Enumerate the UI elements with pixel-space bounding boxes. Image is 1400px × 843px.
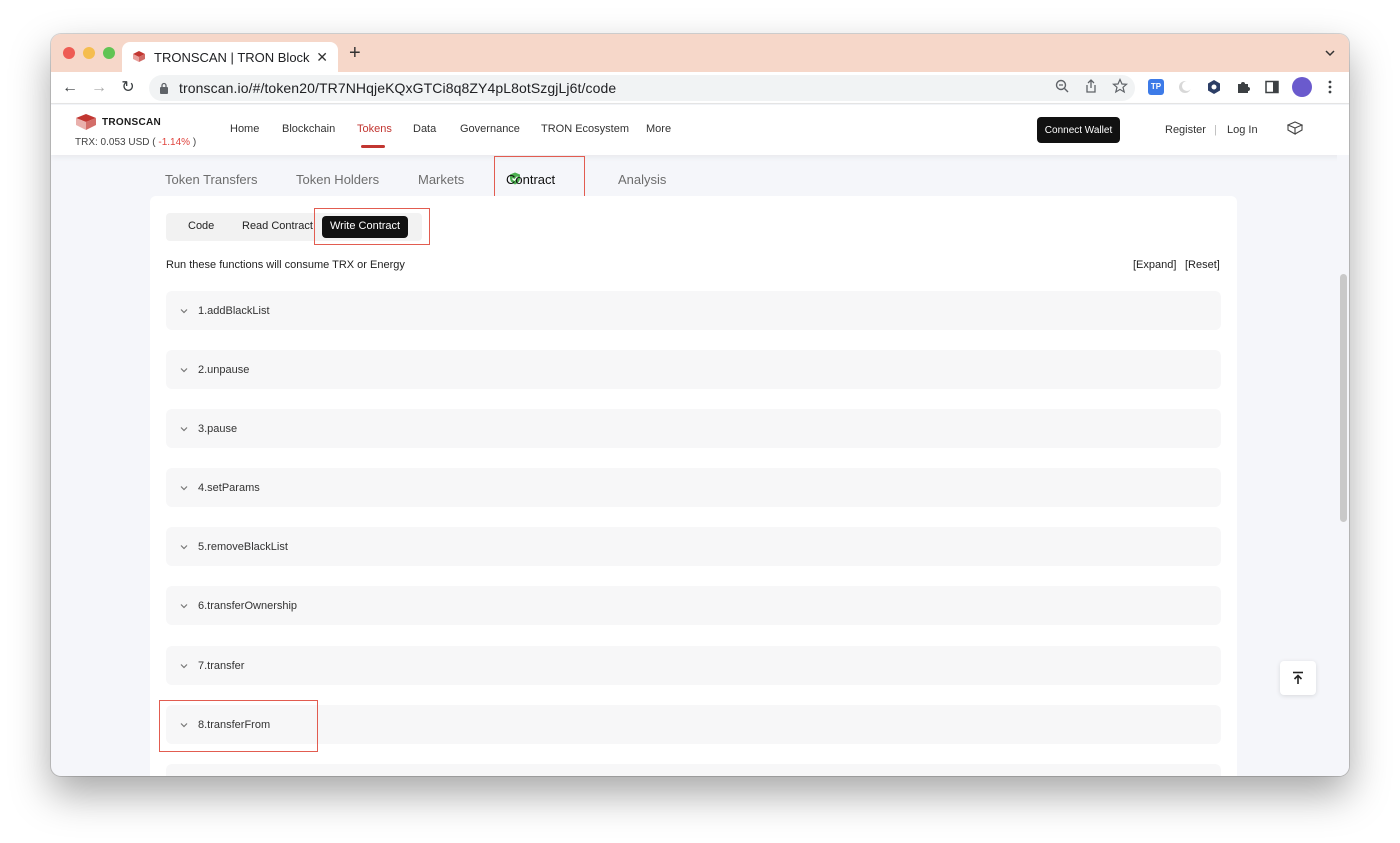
close-tab-icon[interactable]: ✕ bbox=[316, 49, 328, 66]
function-row[interactable]: 3.pause bbox=[166, 409, 1221, 448]
browser-tab[interactable]: TRONSCAN | TRON BlockChai ✕ bbox=[122, 42, 338, 72]
url-text: tronscan.io/#/token20/TR7NHqjeKQxGTCi8q8… bbox=[179, 80, 617, 96]
energy-notice: Run these functions will consume TRX or … bbox=[166, 259, 405, 271]
register-link[interactable]: Register bbox=[1165, 124, 1206, 136]
function-label: 5.removeBlackList bbox=[198, 540, 288, 553]
new-tab-button[interactable]: + bbox=[349, 43, 361, 63]
expand-all-link[interactable]: [Expand] bbox=[1133, 259, 1176, 271]
function-label: 6.transferOwnership bbox=[198, 599, 298, 612]
zoom-icon[interactable] bbox=[1054, 78, 1070, 94]
maximize-window-button[interactable] bbox=[103, 47, 115, 59]
nav-tron-ecosystem[interactable]: TRON Ecosystem bbox=[541, 123, 629, 135]
extensions-puzzle-icon[interactable] bbox=[1235, 79, 1251, 95]
tab-token-transfers[interactable]: Token Transfers bbox=[165, 172, 258, 187]
nav-blockchain[interactable]: Blockchain bbox=[282, 123, 335, 135]
side-panel-icon[interactable] bbox=[1264, 79, 1280, 95]
chevron-down-icon bbox=[180, 426, 188, 431]
tab-analysis[interactable]: Analysis bbox=[618, 172, 666, 187]
tokenpocket-extension-icon[interactable]: TP bbox=[1148, 79, 1164, 95]
tronscan-logo[interactable]: TRONSCAN bbox=[75, 113, 161, 131]
extension-cube-icon[interactable] bbox=[1206, 79, 1222, 95]
function-row[interactable]: 2.unpause bbox=[166, 350, 1221, 389]
chevron-down-icon bbox=[180, 485, 188, 490]
tron-cube-icon[interactable] bbox=[1287, 121, 1303, 135]
tronscan-favicon-icon bbox=[133, 51, 145, 62]
auth-separator: | bbox=[1214, 124, 1217, 136]
trx-price: TRX: 0.053 USD ( -1.14% ) bbox=[75, 137, 196, 148]
price-change: -1.14% bbox=[158, 137, 191, 148]
write-contract-highlight bbox=[314, 208, 430, 245]
chevron-down-icon bbox=[180, 544, 188, 549]
function-row-partial[interactable] bbox=[166, 764, 1221, 776]
chevron-down-icon bbox=[180, 308, 188, 313]
subtab-code[interactable]: Code bbox=[188, 220, 214, 232]
nav-tokens[interactable]: Tokens bbox=[357, 123, 392, 135]
close-window-button[interactable] bbox=[63, 47, 75, 59]
contract-tab-highlight bbox=[494, 156, 585, 200]
function-row[interactable]: 1.addBlackList bbox=[166, 291, 1221, 330]
function-row[interactable]: 5.removeBlackList bbox=[166, 527, 1221, 566]
price-suffix: ) bbox=[190, 137, 197, 148]
chevron-down-icon bbox=[180, 367, 188, 372]
function-row[interactable]: 7.transfer bbox=[166, 646, 1221, 685]
function-label: 4.setParams bbox=[198, 481, 260, 494]
tab-strip: TRONSCAN | TRON BlockChai ✕ + bbox=[51, 34, 1349, 72]
browser-toolbar: ← → ↻ tronscan.io/#/token20/TR7NHqjeKQxG… bbox=[51, 72, 1349, 104]
login-link[interactable]: Log In bbox=[1227, 124, 1258, 136]
lock-icon bbox=[160, 82, 168, 94]
function-label: 3.pause bbox=[198, 422, 238, 435]
tab-title: TRONSCAN | TRON BlockChai bbox=[154, 49, 310, 65]
chevron-down-icon bbox=[180, 663, 188, 668]
bookmark-star-icon[interactable] bbox=[1112, 78, 1128, 94]
function-row[interactable]: 6.transferOwnership bbox=[166, 586, 1221, 625]
tab-markets[interactable]: Markets bbox=[418, 172, 464, 187]
arrow-up-to-top-icon bbox=[1293, 671, 1303, 684]
forward-button[interactable]: → bbox=[90, 79, 108, 97]
back-to-top-button[interactable] bbox=[1280, 661, 1316, 695]
scrollbar-thumb[interactable] bbox=[1340, 274, 1347, 522]
function-row[interactable]: 4.setParams bbox=[166, 468, 1221, 507]
chevron-down-icon[interactable] bbox=[1325, 48, 1335, 58]
function-label: 1.addBlackList bbox=[198, 304, 270, 317]
profile-avatar[interactable] bbox=[1292, 77, 1312, 97]
browser-window: TRONSCAN | TRON BlockChai ✕ + ← → ↻ tron… bbox=[51, 34, 1349, 776]
back-button[interactable]: ← bbox=[61, 79, 79, 97]
nav-data[interactable]: Data bbox=[413, 123, 436, 135]
tronscan-logo-icon bbox=[76, 114, 96, 130]
minimize-window-button[interactable] bbox=[83, 47, 95, 59]
function-label: 2.unpause bbox=[198, 363, 250, 376]
subtab-read-contract[interactable]: Read Contract bbox=[242, 220, 313, 232]
nav-home[interactable]: Home bbox=[230, 123, 259, 135]
chevron-down-icon bbox=[180, 603, 188, 608]
browser-menu-icon[interactable] bbox=[1322, 79, 1338, 95]
function-row[interactable]: 8.transferFrom bbox=[166, 705, 1221, 744]
extension-moon-icon[interactable] bbox=[1177, 79, 1193, 95]
nav-governance[interactable]: Governance bbox=[460, 123, 520, 135]
reload-button[interactable]: ↻ bbox=[119, 79, 137, 97]
site-header: TRONSCAN TRX: 0.053 USD ( -1.14% ) Home … bbox=[51, 105, 1349, 155]
tab-token-holders[interactable]: Token Holders bbox=[296, 172, 379, 187]
price-prefix: TRX: 0.053 USD ( bbox=[75, 137, 159, 148]
reset-link[interactable]: [Reset] bbox=[1185, 259, 1220, 271]
address-bar[interactable]: tronscan.io/#/token20/TR7NHqjeKQxGTCi8q8… bbox=[149, 75, 1135, 101]
nav-more[interactable]: More bbox=[646, 123, 671, 135]
brand-name: TRONSCAN bbox=[102, 116, 162, 128]
transfer-from-highlight bbox=[159, 700, 318, 752]
nav-active-indicator bbox=[361, 145, 385, 148]
connect-wallet-button[interactable]: Connect Wallet bbox=[1037, 117, 1120, 143]
function-label: 7.transfer bbox=[198, 659, 245, 672]
share-icon[interactable] bbox=[1083, 78, 1099, 94]
